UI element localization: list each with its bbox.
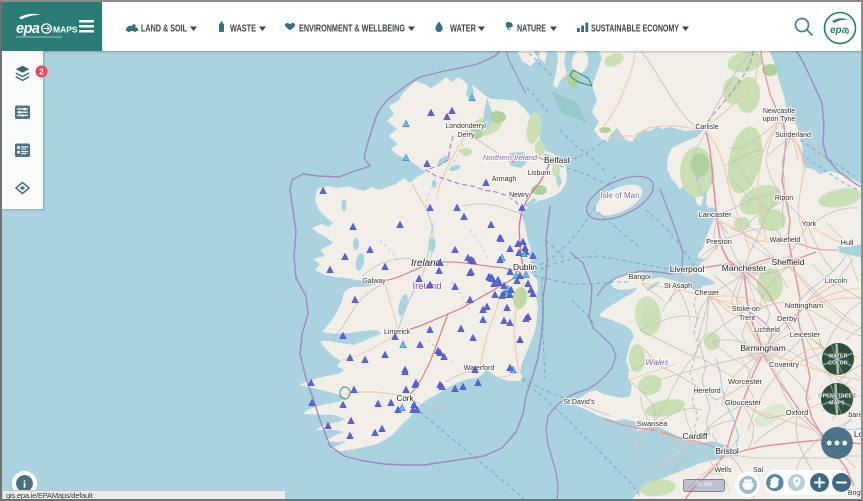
svg-text:Wales: Wales — [645, 357, 669, 367]
svg-text:2: 2 — [39, 67, 44, 77]
svg-text:Cork: Cork — [397, 394, 415, 403]
svg-text:WASTE: WASTE — [230, 24, 256, 35]
svg-text:Belfast: Belfast — [544, 155, 571, 165]
svg-text:Lichfield: Lichfield — [754, 327, 780, 334]
svg-text:St Asaph: St Asaph — [664, 283, 692, 290]
svg-text:Trent: Trent — [739, 315, 755, 322]
svg-text:Chester: Chester — [695, 290, 720, 297]
svg-text:Sal: Sal — [753, 467, 764, 474]
svg-text:COLOR: COLOR — [828, 361, 848, 367]
svg-text:Oxford: Oxford — [786, 408, 809, 417]
svg-text:Derry: Derry — [457, 132, 475, 139]
svg-text:WATER: WATER — [828, 354, 847, 360]
svg-text:Armagh: Armagh — [492, 176, 517, 183]
svg-text:Coventry: Coventry — [769, 360, 799, 369]
svg-text:Leicester: Leicester — [790, 330, 821, 339]
svg-text:Nottingham: Nottingham — [785, 301, 823, 310]
svg-text:NATURE: NATURE — [517, 24, 546, 35]
svg-text:Hereford: Hereford — [693, 388, 720, 395]
svg-text:Ireland: Ireland — [411, 258, 442, 269]
svg-text:Derby: Derby — [777, 314, 797, 323]
svg-text:Wells: Wells — [715, 467, 732, 474]
svg-text:Sheffield: Sheffield — [772, 257, 805, 267]
svg-text:Lancaster: Lancaster — [699, 210, 732, 219]
svg-text:London: London — [854, 429, 863, 439]
svg-text:Lincoln: Lincoln — [825, 278, 847, 285]
svg-text:York: York — [802, 219, 817, 228]
svg-text:Cardiff: Cardiff — [683, 431, 709, 441]
svg-text:epa: epa — [830, 25, 848, 36]
svg-text:Preston: Preston — [706, 237, 732, 246]
svg-text:Limerick: Limerick — [384, 329, 411, 336]
svg-text:MAPS: MAPS — [829, 401, 845, 407]
svg-text:SUSTAINABLE ECONOMY: SUSTAINABLE ECONOMY — [591, 24, 679, 35]
svg-text:Bristol: Bristol — [715, 446, 739, 456]
svg-text:Worcester: Worcester — [728, 377, 763, 386]
svg-text:Newcastle: Newcastle — [763, 108, 795, 115]
svg-text:WATER: WATER — [450, 24, 477, 35]
svg-text:Hull: Hull — [841, 238, 854, 247]
svg-text:Galway: Galway — [362, 278, 386, 285]
svg-text:Dublin: Dublin — [513, 262, 537, 272]
svg-text:Isle of Man: Isle of Man — [600, 191, 639, 200]
svg-text:upon Tyne: upon Tyne — [763, 116, 796, 123]
svg-text:Birmingham: Birmingham — [740, 343, 785, 353]
svg-text:LAND & SOIL: LAND & SOIL — [141, 24, 187, 35]
svg-text:i: i — [22, 478, 25, 490]
svg-text:Londonderry/: Londonderry/ — [445, 123, 486, 130]
svg-text:Lisburn: Lisburn — [528, 170, 551, 177]
svg-text:Gloucester: Gloucester — [725, 398, 762, 407]
svg-text:Swansea: Swansea — [637, 419, 669, 428]
svg-text:Sunderland: Sunderland — [775, 132, 811, 139]
svg-text:Northern Ireland: Northern Ireland — [483, 153, 538, 162]
svg-text:St David's: St David's — [563, 399, 595, 406]
svg-text:Bangor: Bangor — [629, 274, 652, 281]
svg-text:Carlisle: Carlisle — [695, 124, 718, 131]
svg-text:Waterford: Waterford — [464, 365, 495, 372]
svg-text:ENVIRONMENT & WELLBEING: ENVIRONMENT & WELLBEING — [299, 24, 405, 35]
svg-text:Brigh: Brigh — [848, 490, 863, 497]
svg-text:Ripon: Ripon — [775, 195, 793, 202]
svg-text:Stoke-on-: Stoke-on- — [732, 306, 763, 313]
svg-text:Manchester: Manchester — [722, 263, 767, 273]
svg-text:Wakefield: Wakefield — [770, 237, 801, 244]
svg-text:Liverpool: Liverpool — [670, 264, 705, 274]
svg-text:Newry: Newry — [509, 192, 529, 199]
svg-text:OPENSTREET: OPENSTREET — [818, 394, 856, 400]
